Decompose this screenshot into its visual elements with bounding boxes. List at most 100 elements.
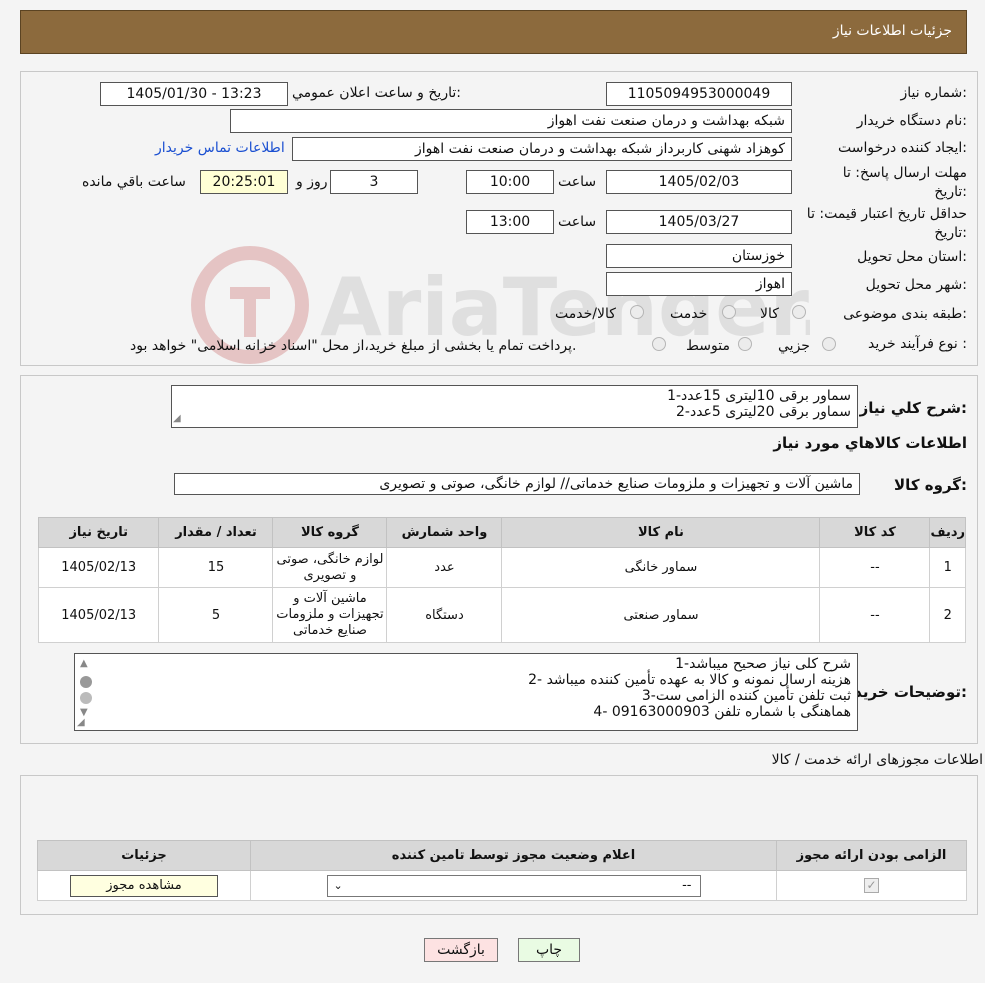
province-field: خوزستان <box>606 244 792 268</box>
col-code: کد کالا <box>819 517 931 548</box>
process-radio-minor[interactable] <box>822 337 836 351</box>
announce-field: 1405/01/30 - 13:23 <box>100 82 288 106</box>
col-required: الزامی بودن ارائه مجوز <box>776 840 967 871</box>
back-button[interactable]: بازگشت <box>424 938 498 962</box>
page-title: جزئیات اطلاعات نیاز <box>832 23 952 39</box>
remaining-time-field: 20:25:01 <box>200 170 288 194</box>
category-option-goods: کالا <box>760 306 779 322</box>
goods-table-header: رديف کد کالا نام کالا واحد شمارش گروه کا… <box>37 517 966 548</box>
table-row: ✓ -- ⌄ مشاهده مجوز <box>37 870 967 901</box>
row-index: 1 <box>929 547 966 588</box>
process-note: پرداخت تمام يا بخشی از مبلغ خريد،از محل … <box>130 338 577 354</box>
process-option-minor: جزيي <box>778 338 810 354</box>
row-date: 1405/02/13 <box>37 587 160 643</box>
validity-time-field: 13:00 <box>466 210 554 234</box>
announce-label: تاریخ و ساعت اعلان عمومي: <box>292 85 461 101</box>
reply-time-field: 10:00 <box>466 170 554 194</box>
row-code: -- <box>819 547 931 588</box>
required-checkbox[interactable]: ✓ <box>864 878 879 893</box>
row-index: 2 <box>929 587 966 643</box>
province-label: استان محل تحويل: <box>857 249 967 265</box>
validity-label: حداقل تاريخ اعتبار قيمت: تا تاريخ: <box>806 206 967 241</box>
contact-info-link[interactable]: اطلاعات تماس خريدار <box>155 140 285 156</box>
buyer-org-field: شبکه بهداشت و درمان صنعت نفت اهواز <box>230 109 792 133</box>
goods-table: رديف کد کالا نام کالا واحد شمارش گروه کا… <box>37 517 966 643</box>
remaining-label: ساعت باقي مانده <box>82 174 186 190</box>
need-number-label: شماره نیاز: <box>900 85 967 101</box>
col-details: جزئيات <box>37 840 251 871</box>
scroll-track-icon <box>80 692 92 704</box>
description-line-1: 1-سماور برقی 10لیتری 15عدد <box>667 388 851 404</box>
description-label: شرح كلي نياز: <box>859 399 967 417</box>
buyer-note-line-3: 3-ثبت تلفن تأمین کننده الزامی ست <box>641 688 851 704</box>
description-line-2: 2-سماور برقی 20لیتری 5عدد <box>675 404 851 420</box>
validity-time-label: ساعت <box>558 214 597 230</box>
col-status: اعلام وضعيت مجوز توسط تامين کننده <box>250 840 777 871</box>
chevron-down-icon: ⌄ <box>333 878 343 892</box>
table-row: 2 -- سماور صنعتی دستگاه ماشین آلات و تجه… <box>37 587 966 643</box>
description-textarea[interactable]: 1-سماور برقی 10لیتری 15عدد 2-سماور برقی … <box>171 385 858 428</box>
permits-table: الزامی بودن ارائه مجوز اعلام وضعيت مجوز … <box>37 840 967 901</box>
permit-status-value: -- <box>682 877 692 893</box>
scroll-thumb-icon[interactable] <box>80 676 92 688</box>
buyer-org-label: نام دستگاه خريدار: <box>856 113 967 129</box>
process-radio-medium[interactable] <box>738 337 752 351</box>
col-name: نام کالا <box>501 517 821 548</box>
row-unit: عدد <box>386 547 503 588</box>
buyer-note-line-2: 2- هزینه ارسال نمونه و کالا به عهده تأمی… <box>528 672 851 688</box>
row-name: سماور صنعتی <box>501 587 821 643</box>
days-field: 3 <box>330 170 418 194</box>
status-cell: -- ⌄ <box>250 870 777 901</box>
creator-field: کوهزاد شهنی کاربرداز شبکه بهداشت و درمان… <box>292 137 792 161</box>
row-qty: 5 <box>158 587 274 643</box>
row-unit: دستگاه <box>386 587 503 643</box>
table-row: 1 -- سماور خانگی عدد لوازم خانگی، صوتی و… <box>37 547 966 588</box>
city-field: اهواز <box>606 272 792 296</box>
category-radio-service[interactable] <box>722 305 736 319</box>
category-option-service: خدمت <box>670 306 708 322</box>
validity-date-field: 1405/03/27 <box>606 210 792 234</box>
days-label: روز و <box>296 174 328 190</box>
col-date: تاريخ نياز <box>37 517 160 548</box>
creator-label: ايجاد کننده درخواست: <box>838 140 967 156</box>
need-number-field: 1105094953000049 <box>606 82 792 106</box>
row-name: سماور خانگی <box>501 547 821 588</box>
col-unit: واحد شمارش <box>386 517 503 548</box>
category-radio-goods-service[interactable] <box>630 305 644 319</box>
category-option-goods-service: کالا/خدمت <box>555 306 616 322</box>
scroll-up-icon[interactable]: ▲ <box>80 658 88 669</box>
category-label: طبقه بندی موضوعی: <box>843 306 967 322</box>
col-qty: تعداد / مقدار <box>158 517 274 548</box>
reply-date-field: 1405/02/03 <box>606 170 792 194</box>
col-index: رديف <box>929 517 966 548</box>
row-date: 1405/02/13 <box>37 547 160 588</box>
row-qty: 15 <box>158 547 274 588</box>
row-code: -- <box>819 587 931 643</box>
view-permit-button[interactable]: مشاهده مجوز <box>70 874 218 897</box>
buyer-notes-label: توضيحات خريدار: <box>840 683 967 701</box>
goods-group-label: گروه کالا: <box>894 476 967 494</box>
col-group: گروه کالا <box>272 517 388 548</box>
permit-status-select[interactable]: -- ⌄ <box>326 874 701 897</box>
resize-handle-icon: ◢ <box>173 413 181 424</box>
row-group: لوازم خانگی، صوتی و تصویری <box>272 547 388 588</box>
permits-section-title: اطلاعات مجوزهای ارائه خدمت / کالا <box>771 752 983 768</box>
process-radio-treasury[interactable] <box>652 337 666 351</box>
category-radio-goods[interactable] <box>792 305 806 319</box>
page-header: جزئیات اطلاعات نیاز <box>20 10 967 54</box>
buyer-notes-textarea[interactable]: 1-شرح کلی نیاز صحیح میباشد 2- هزینه ارسا… <box>74 653 858 731</box>
goods-group-field: ماشین آلات و تجهیزات و ملزومات صنایع خدم… <box>174 473 860 495</box>
reply-time-label: ساعت <box>558 174 597 190</box>
reply-deadline-label: مهلت ارسال پاسخ: تا تاريخ: <box>842 165 967 200</box>
buyer-note-line-1: 1-شرح کلی نیاز صحیح میباشد <box>675 656 851 672</box>
resize-handle-icon: ◢ <box>77 717 85 728</box>
buyer-note-line-4: 4- هماهنگی با شماره تلفن 09163000903 <box>593 704 851 720</box>
process-label: نوع فرآيند خريد : <box>868 336 967 352</box>
row-group: ماشین آلات و تجهیزات و ملزومات صنایع خدم… <box>272 587 388 643</box>
permits-table-header: الزامی بودن ارائه مجوز اعلام وضعيت مجوز … <box>37 840 967 871</box>
print-button[interactable]: چاپ <box>518 938 580 962</box>
goods-section-title: اطلاعات کالاهاي مورد نياز <box>773 434 967 452</box>
process-option-medium: متوسط <box>686 338 730 354</box>
city-label: شهر محل تحويل: <box>865 277 967 293</box>
details-cell: مشاهده مجوز <box>37 870 251 901</box>
